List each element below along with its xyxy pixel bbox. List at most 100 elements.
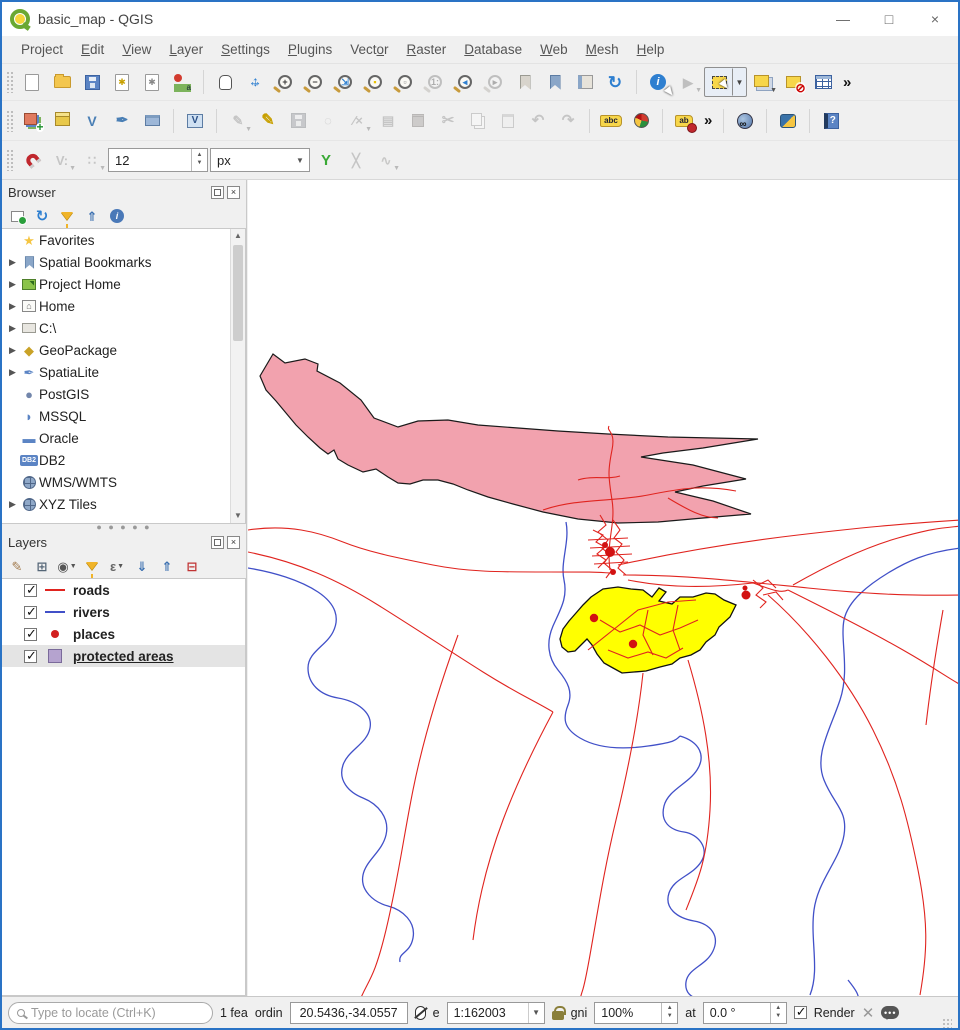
layers-float-button[interactable] bbox=[211, 536, 224, 549]
layer-labeling-button[interactable]: abc bbox=[597, 107, 625, 135]
magnifier-spinbox[interactable]: 100% ▲▼ bbox=[594, 1002, 678, 1024]
menu-layer[interactable]: Layer bbox=[160, 38, 212, 61]
lock-icon[interactable] bbox=[552, 1011, 564, 1020]
style-manager-button[interactable] bbox=[168, 68, 196, 96]
messages-icon[interactable]: ••• bbox=[881, 1006, 899, 1019]
open-data-source-manager-button[interactable] bbox=[18, 107, 46, 135]
menu-help[interactable]: Help bbox=[628, 38, 674, 61]
stop-render-icon[interactable]: ✕ bbox=[862, 1004, 875, 1022]
expand-arrow-icon[interactable]: ▶ bbox=[6, 345, 19, 356]
toolbar-overflow-button[interactable]: » bbox=[700, 112, 716, 129]
zoom-in-button[interactable]: + bbox=[271, 68, 299, 96]
render-checkbox[interactable] bbox=[794, 1006, 807, 1019]
new-geopackage-layer-button[interactable] bbox=[48, 107, 76, 135]
browser-item-geopackage[interactable]: ▶◆GeoPackage bbox=[2, 339, 245, 361]
locator-search-input[interactable]: Type to locate (Ctrl+K) bbox=[8, 1002, 213, 1024]
metasearch-button[interactable] bbox=[731, 107, 759, 135]
open-project-button[interactable] bbox=[48, 68, 76, 96]
browser-item-oracle[interactable]: ▬Oracle bbox=[2, 427, 245, 449]
menu-web[interactable]: Web bbox=[531, 38, 577, 61]
save-project-button[interactable] bbox=[78, 68, 106, 96]
new-temporary-scratch-layer-button[interactable] bbox=[138, 107, 166, 135]
remove-layer-button[interactable]: ⊟ bbox=[181, 556, 203, 576]
show-bookmark-manager-button[interactable] bbox=[571, 68, 599, 96]
select-features-by-value-button[interactable]: ▼ bbox=[749, 68, 777, 96]
toolbar-handle[interactable] bbox=[6, 110, 14, 132]
menu-vector[interactable]: Vector bbox=[341, 38, 397, 61]
layer-item-roads[interactable]: roads bbox=[2, 579, 245, 601]
rotation-spinbox[interactable]: 0.0 ° ▲▼ bbox=[703, 1002, 787, 1024]
show-layout-manager-button[interactable]: ✱ bbox=[138, 68, 166, 96]
zoom-last-button[interactable]: ◂ bbox=[451, 68, 479, 96]
open-layer-styling-button[interactable]: ✎ bbox=[6, 556, 28, 576]
mouse-position-icon[interactable] bbox=[415, 1006, 426, 1020]
maximize-button[interactable]: □ bbox=[866, 2, 912, 36]
layer-visibility-checkbox[interactable] bbox=[24, 650, 37, 663]
expand-arrow-icon[interactable]: ▶ bbox=[6, 323, 19, 334]
layer-visibility-checkbox[interactable] bbox=[24, 628, 37, 641]
new-spatialite-layer-button[interactable]: ✒ bbox=[108, 107, 136, 135]
coordinate-input[interactable]: 20.5436,-34.0557 bbox=[290, 1002, 408, 1024]
new-shapefile-layer-button[interactable]: V bbox=[78, 107, 106, 135]
browser-item-spatial-bookmarks[interactable]: ▶Spatial Bookmarks bbox=[2, 251, 245, 273]
browser-item-home[interactable]: ▶⌂Home bbox=[2, 295, 245, 317]
snapping-tolerance-spinbox[interactable]: 12▲▼ bbox=[108, 148, 208, 172]
scroll-down-icon[interactable]: ▼ bbox=[231, 509, 245, 523]
scroll-thumb[interactable] bbox=[233, 245, 243, 341]
zoom-to-selection-button[interactable]: ▪ bbox=[361, 68, 389, 96]
layer-item-protected-areas[interactable]: protected areas bbox=[2, 645, 245, 667]
expand-arrow-icon[interactable]: ▶ bbox=[6, 279, 19, 290]
scale-combo[interactable]: 1:162003 ▼ bbox=[447, 1002, 545, 1024]
select-features-button[interactable] bbox=[705, 68, 733, 96]
browser-item-mssql[interactable]: ◗MSSQL bbox=[2, 405, 245, 427]
zoom-full-button[interactable]: ⇲ bbox=[331, 68, 359, 96]
refresh-browser-button[interactable]: ↻ bbox=[31, 206, 53, 226]
add-selected-layer-button[interactable] bbox=[6, 206, 28, 226]
filter-browser-button[interactable] bbox=[56, 206, 78, 226]
refresh-map-button[interactable]: ↻ bbox=[601, 68, 629, 96]
minimize-button[interactable]: — bbox=[820, 2, 866, 36]
menu-view[interactable]: View bbox=[113, 38, 160, 61]
manage-map-themes-button[interactable]: ◉▼ bbox=[56, 556, 78, 576]
menu-edit[interactable]: Edit bbox=[72, 38, 113, 61]
filter-legend-button[interactable] bbox=[81, 556, 103, 576]
new-spatial-bookmark-button[interactable] bbox=[511, 68, 539, 96]
browser-item-c[interactable]: ▶C:\ bbox=[2, 317, 245, 339]
expand-arrow-icon[interactable]: ▶ bbox=[6, 499, 19, 510]
browser-item-favorites[interactable]: ★Favorites bbox=[2, 229, 245, 251]
new-virtual-layer-button[interactable]: V bbox=[181, 107, 209, 135]
map-canvas[interactable] bbox=[248, 180, 958, 996]
browser-float-button[interactable] bbox=[211, 186, 224, 199]
menu-settings[interactable]: Settings bbox=[212, 38, 279, 61]
toolbar-handle[interactable] bbox=[6, 149, 14, 171]
layer-item-rivers[interactable]: rivers bbox=[2, 601, 245, 623]
filter-by-expression-button[interactable]: ε▼ bbox=[106, 556, 128, 576]
enable-snapping-button[interactable] bbox=[18, 146, 46, 174]
identify-features-button[interactable]: i bbox=[644, 68, 672, 96]
show-spatial-bookmarks-button[interactable] bbox=[541, 68, 569, 96]
browser-item-project-home[interactable]: ▶Project Home bbox=[2, 273, 245, 295]
deselect-features-button[interactable] bbox=[779, 68, 807, 96]
layers-close-button[interactable]: × bbox=[227, 536, 240, 549]
browser-item-postgis[interactable]: ●PostGIS bbox=[2, 383, 245, 405]
zoom-to-layer-button[interactable]: ▫ bbox=[391, 68, 419, 96]
layer-diagram-button[interactable] bbox=[627, 107, 655, 135]
chevron-down-icon[interactable]: ▼ bbox=[528, 1003, 544, 1023]
menu-mesh[interactable]: Mesh bbox=[577, 38, 628, 61]
topological-editing-button[interactable]: Y bbox=[312, 146, 340, 174]
toolbar-overflow-button[interactable]: » bbox=[839, 74, 855, 91]
move-label-button[interactable]: ab bbox=[670, 107, 698, 135]
browser-close-button[interactable]: × bbox=[227, 186, 240, 199]
layer-item-places[interactable]: places bbox=[2, 623, 245, 645]
expand-all-button[interactable]: ⇓ bbox=[131, 556, 153, 576]
pan-map-button[interactable] bbox=[211, 68, 239, 96]
expand-arrow-icon[interactable]: ▶ bbox=[6, 257, 19, 268]
snapping-units-combo[interactable]: px▼ bbox=[210, 148, 310, 172]
close-button[interactable]: × bbox=[912, 2, 958, 36]
help-button[interactable]: ? bbox=[817, 107, 845, 135]
menu-plugins[interactable]: Plugins bbox=[279, 38, 341, 61]
pan-to-selection-button[interactable] bbox=[241, 68, 269, 96]
zoom-out-button[interactable]: − bbox=[301, 68, 329, 96]
new-print-layout-button[interactable]: ✱ bbox=[108, 68, 136, 96]
browser-item-wms-wmts[interactable]: WMS/WMTS bbox=[2, 471, 245, 493]
